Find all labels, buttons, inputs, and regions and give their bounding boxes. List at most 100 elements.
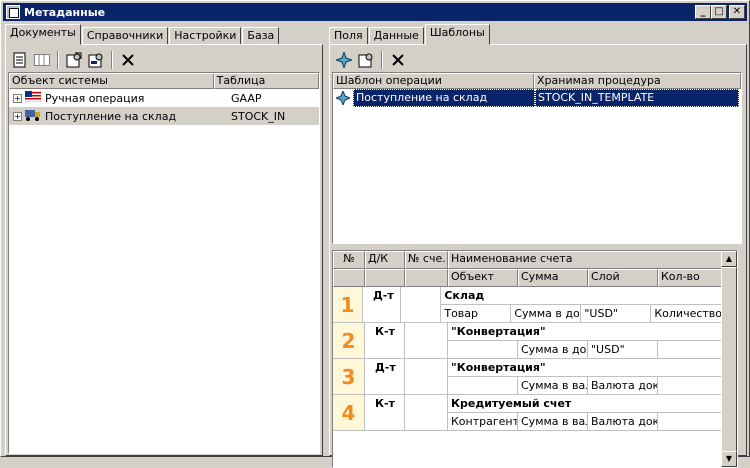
- tree-row-table: STOCK_IN: [231, 109, 286, 123]
- right-pane: Поля Данные Шаблоны Шаблон операции Хран…: [329, 23, 747, 468]
- entry-dk: Д-т: [363, 287, 402, 322]
- entry-number: 2: [333, 323, 365, 358]
- vertical-scrollbar[interactable]: ▲ ▼: [721, 251, 737, 467]
- entry-object: [448, 377, 518, 394]
- entry-qty: Количество: [651, 305, 724, 322]
- entry-account-name: "Конвертация": [448, 323, 723, 341]
- header-spacer: [333, 269, 365, 287]
- window-title: Метаданные: [24, 5, 106, 19]
- objects-grid: Объект системы Таблица + Ручная операция…: [8, 72, 320, 454]
- entry-row[interactable]: 4 К-т Кредитуемый счет Контрагент Сумма …: [333, 395, 723, 431]
- column-header-number[interactable]: №: [333, 251, 365, 269]
- tree-row[interactable]: + Ручная операция GAAP: [9, 89, 319, 107]
- scroll-thumb[interactable]: [721, 267, 737, 457]
- expand-icon[interactable]: +: [13, 93, 22, 103]
- expand-icon[interactable]: +: [13, 111, 22, 121]
- entry-dk: К-т: [365, 395, 405, 430]
- delete-icon[interactable]: [388, 50, 408, 70]
- template-procedure-cell[interactable]: STOCK_IN_TEMPLATE: [535, 89, 739, 107]
- right-toolbar: [334, 49, 408, 71]
- scroll-down-button[interactable]: ▼: [721, 451, 737, 467]
- left-tab-panel: Объект системы Таблица + Ручная операция…: [5, 44, 323, 456]
- entry-object: Контрагент: [448, 413, 518, 430]
- new-document-icon[interactable]: [10, 50, 30, 70]
- metadata-window: Метаданные _ □ ✕ Документы Справочники Н…: [0, 0, 750, 468]
- tab-documents[interactable]: Документы: [5, 24, 81, 45]
- toolbar-separator: [57, 51, 59, 69]
- tab-catalogs[interactable]: Справочники: [81, 27, 169, 45]
- column-header-procedure[interactable]: Хранимая процедура: [534, 73, 741, 89]
- properties-icon[interactable]: [356, 50, 376, 70]
- entry-qty: [658, 377, 723, 394]
- entry-row[interactable]: 1 Д-т Склад Товар Сумма в дол "USD" Коли…: [333, 287, 724, 323]
- tab-database[interactable]: База: [242, 27, 280, 45]
- edit-properties-icon[interactable]: [86, 50, 106, 70]
- column-header-account-no[interactable]: № сче...: [405, 251, 448, 269]
- column-header-sum[interactable]: Сумма: [518, 269, 588, 287]
- entries-grid: № Д/К № сче... Наименование счета Объект…: [332, 250, 738, 468]
- left-tabs: Документы Справочники Настройки База: [5, 23, 280, 45]
- app-icon: [6, 5, 20, 19]
- entry-qty: [658, 341, 723, 358]
- column-header-dk[interactable]: Д/К: [365, 251, 405, 269]
- entry-row[interactable]: 2 К-т "Конвертация" Сумма в дол "USD": [333, 323, 723, 359]
- tab-templates[interactable]: Шаблоны: [424, 24, 490, 45]
- column-header-account-name[interactable]: Наименование счета: [448, 251, 723, 269]
- entry-sum: Сумма в дол: [511, 305, 582, 322]
- tab-fields[interactable]: Поля: [329, 27, 368, 45]
- title-bar[interactable]: Метаданные _ □ ✕: [3, 3, 747, 21]
- entry-dk: Д-т: [365, 359, 405, 394]
- column-header-layer[interactable]: Слой: [588, 269, 658, 287]
- entry-row[interactable]: 3 Д-т "Конвертация" Сумма в вал Валюта д…: [333, 359, 723, 395]
- entry-account-name: "Конвертация": [448, 359, 723, 377]
- properties-icon[interactable]: [64, 50, 84, 70]
- templates-grid-header: Шаблон операции Хранимая процедура: [333, 73, 741, 89]
- table-view-icon[interactable]: [32, 50, 52, 70]
- entry-account-name: Кредитуемый счет: [448, 395, 723, 413]
- template-row[interactable]: Поступление на склад STOCK_IN_TEMPLATE: [333, 89, 741, 107]
- left-pane: Документы Справочники Настройки База Объ…: [5, 23, 323, 456]
- entry-account-name: Склад: [441, 287, 724, 305]
- template-name-cell[interactable]: Поступление на склад: [353, 89, 535, 107]
- column-header-qty[interactable]: Кол-во: [658, 269, 723, 287]
- tab-data[interactable]: Данные: [368, 27, 424, 45]
- column-header-object[interactable]: Объект: [448, 269, 518, 287]
- header-spacer: [365, 269, 405, 287]
- toolbar-separator: [111, 51, 113, 69]
- entry-layer: "USD": [588, 341, 658, 358]
- right-tabs: Поля Данные Шаблоны: [329, 23, 491, 45]
- toolbar-separator: [381, 51, 383, 69]
- entry-layer: Валюта доку: [588, 413, 658, 430]
- entry-object: [448, 341, 518, 358]
- tree-row-table: GAAP: [231, 91, 262, 105]
- delete-icon[interactable]: [118, 50, 138, 70]
- column-header-template[interactable]: Шаблон операции: [333, 73, 535, 89]
- objects-grid-header: Объект системы Таблица: [9, 73, 319, 89]
- column-header-table[interactable]: Таблица: [213, 73, 319, 89]
- entry-account-no: [405, 323, 448, 358]
- entry-account-no: [401, 287, 442, 322]
- close-button[interactable]: ✕: [729, 5, 745, 19]
- entry-dk: К-т: [365, 323, 405, 358]
- left-toolbar: [10, 49, 138, 71]
- entry-sum: Сумма в вал: [518, 377, 588, 394]
- tree-row-name: Поступление на склад: [45, 109, 177, 123]
- tree-row-name: Ручная операция: [45, 91, 145, 105]
- entry-layer: "USD": [581, 305, 652, 322]
- minimize-button[interactable]: _: [695, 5, 711, 19]
- template-icon: [333, 91, 353, 105]
- scroll-up-button[interactable]: ▲: [721, 251, 737, 267]
- tab-settings[interactable]: Настройки: [169, 27, 242, 45]
- entry-layer: Валюта доку: [588, 377, 658, 394]
- flag-icon: [24, 90, 42, 105]
- entry-object: Товар: [441, 305, 512, 322]
- tree-row[interactable]: + Поступление на склад STOCK_IN: [9, 107, 319, 125]
- entry-qty: [658, 413, 723, 430]
- entry-account-no: [405, 395, 448, 430]
- entry-account-no: [405, 359, 448, 394]
- maximize-button[interactable]: □: [711, 5, 727, 19]
- new-template-icon[interactable]: [334, 50, 354, 70]
- entry-number: 4: [333, 395, 365, 430]
- templates-grid: Шаблон операции Хранимая процедура Посту…: [332, 72, 742, 244]
- column-header-object[interactable]: Объект системы: [9, 73, 214, 89]
